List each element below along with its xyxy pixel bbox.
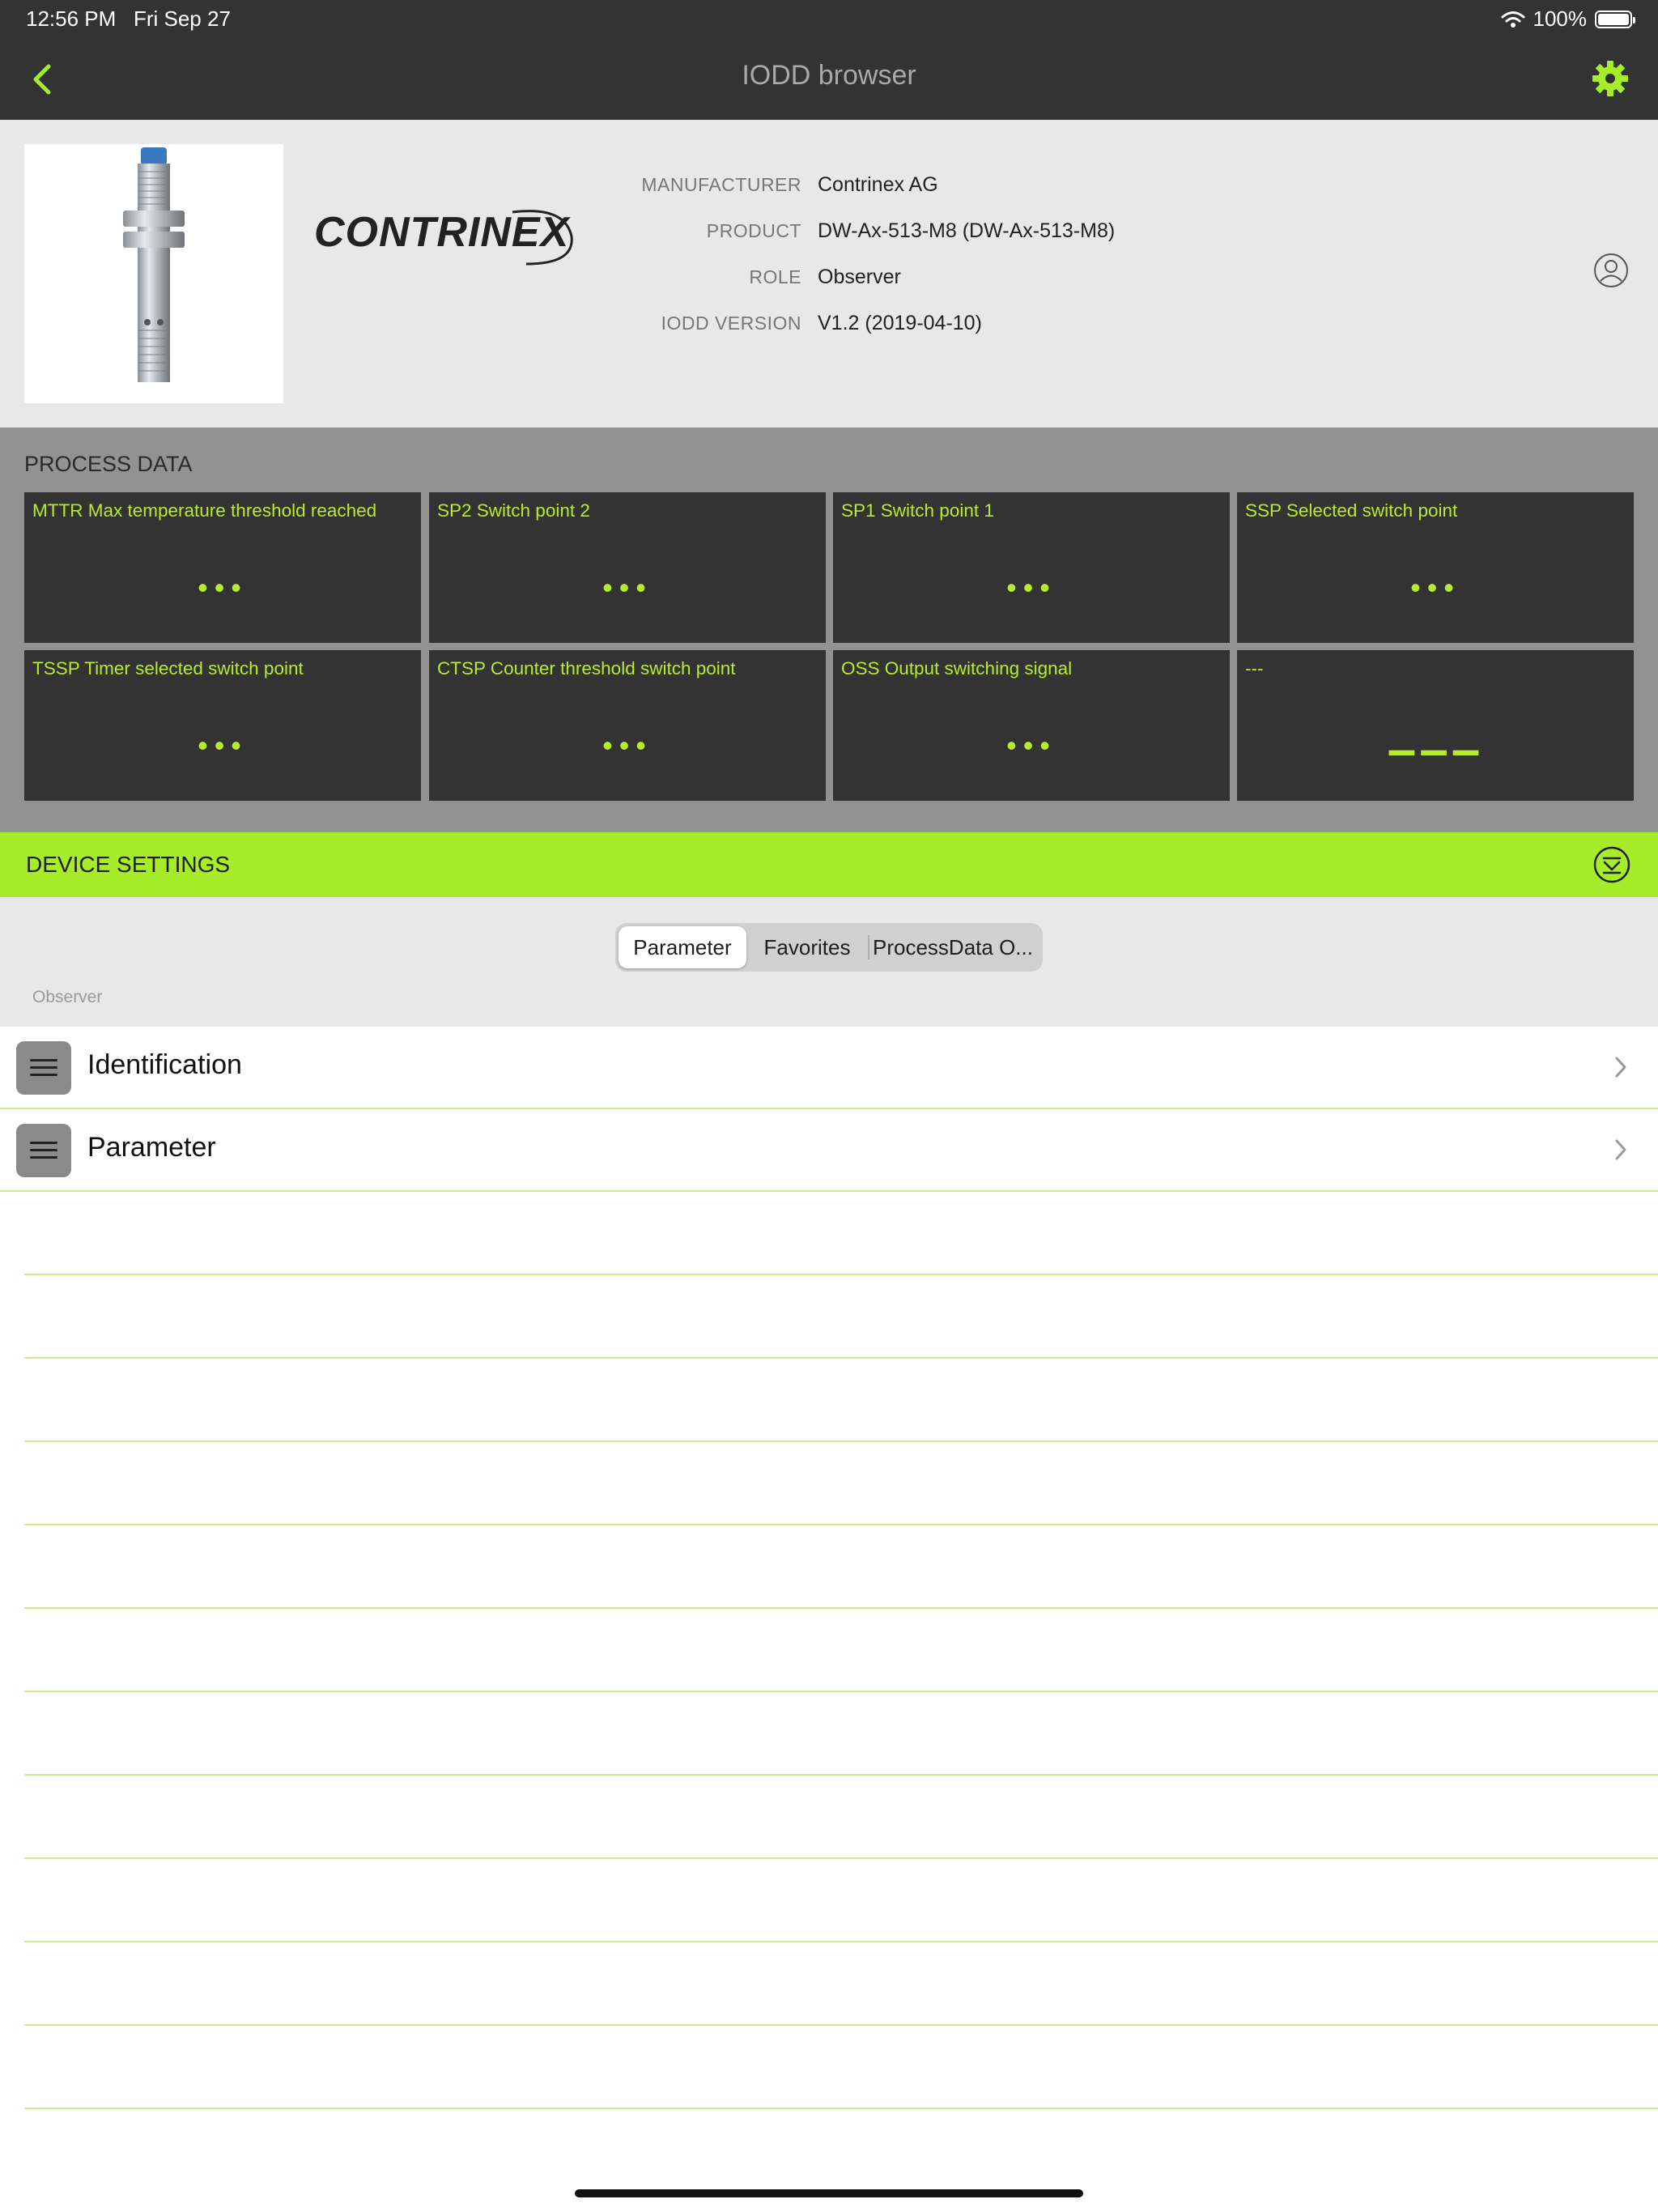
tile-value: ––– [1387, 720, 1484, 778]
process-tile-tssp[interactable]: TSSP Timer selected switch point ••• [24, 650, 421, 801]
status-clock: 12:56 PM [26, 6, 117, 31]
wifi-icon [1501, 11, 1524, 28]
list-item-label: Parameter [87, 1132, 216, 1163]
info-row-role: ROLE Observer [583, 254, 1115, 300]
status-indicators: 100% [1501, 6, 1635, 32]
status-date: Fri Sep 27 [133, 6, 231, 31]
segmented-control: Parameter Favorites ProcessData O... [615, 923, 1043, 972]
tile-label: SP2 Switch point 2 [437, 500, 590, 521]
info-value: DW-Ax-513-M8 (DW-Ax-513-M8) [818, 219, 1116, 242]
tile-value: ••• [198, 729, 248, 762]
settings-button[interactable] [1590, 58, 1630, 99]
battery-icon [1595, 10, 1635, 28]
info-key: MANUFACTURER [641, 174, 801, 195]
status-time: 12:56 PM Fri Sep 27 [26, 6, 231, 32]
list-item-identification[interactable]: Identification [0, 1027, 1658, 1109]
tile-value: ••• [1006, 571, 1056, 604]
tile-label: CTSP Counter threshold switch point [437, 658, 736, 678]
info-key: PRODUCT [706, 220, 801, 241]
menu-icon [16, 1124, 71, 1177]
process-tile-mttr[interactable]: MTTR Max temperature threshold reached •… [24, 492, 421, 643]
info-value: Observer [818, 266, 901, 288]
empty-row [24, 1776, 1658, 1859]
process-tile-oss[interactable]: OSS Output switching signal ••• [833, 650, 1230, 801]
chevron-right-icon [1615, 1057, 1626, 1078]
empty-row [24, 1942, 1658, 2026]
tile-label: --- [1245, 658, 1264, 678]
user-icon [1594, 253, 1628, 287]
empty-row [24, 1442, 1658, 1525]
empty-row [24, 1359, 1658, 1442]
info-row-iodd-version: IODD VERSION V1.2 (2019-04-10) [583, 300, 1115, 347]
info-value: Contrinex AG [818, 173, 938, 196]
info-row-product: PRODUCT DW-Ax-513-M8 (DW-Ax-513-M8) [583, 208, 1115, 254]
empty-row [24, 1192, 1658, 1275]
tab-process-data[interactable]: ProcessData O... [869, 926, 1036, 968]
collapse-icon [1593, 846, 1630, 883]
device-info: MANUFACTURER Contrinex AG PRODUCT DW-Ax-… [583, 162, 1115, 347]
device-settings-header[interactable]: DEVICE SETTINGS [0, 832, 1658, 897]
gear-icon [1592, 61, 1628, 96]
process-tile-sp2[interactable]: SP2 Switch point 2 ••• [429, 492, 826, 643]
process-tile-empty[interactable]: --- ––– [1237, 650, 1634, 801]
tab-favorites[interactable]: Favorites [746, 926, 868, 968]
tile-label: SSP Selected switch point [1245, 500, 1458, 521]
sensor-image [123, 147, 185, 382]
top-bar: 12:56 PM Fri Sep 27 100% IODD browser [0, 0, 1658, 120]
home-indicator[interactable] [575, 2189, 1083, 2197]
tile-label: OSS Output switching signal [841, 658, 1073, 678]
role-caption: Observer [32, 988, 103, 1006]
svg-text:CONTRINEX: CONTRINEX [314, 209, 572, 256]
device-header: CONTRINEX MANUFACTURER Contrinex AG PROD… [0, 120, 1658, 428]
tile-value: ••• [1006, 729, 1056, 762]
settings-list: Identification Parameter [0, 1027, 1658, 2109]
info-key: ROLE [749, 266, 801, 287]
tile-label: TSSP Timer selected switch point [32, 658, 304, 678]
empty-row [24, 1692, 1658, 1776]
empty-row [24, 1275, 1658, 1359]
tab-parameter[interactable]: Parameter [619, 926, 746, 968]
tile-label: SP1 Switch point 1 [841, 500, 994, 521]
info-value: V1.2 (2019-04-10) [818, 312, 982, 334]
process-tile-ssp[interactable]: SSP Selected switch point ••• [1237, 492, 1634, 643]
empty-row [24, 1609, 1658, 1692]
brand-logo: CONTRINEX [314, 189, 581, 279]
process-tile-sp1[interactable]: SP1 Switch point 1 ••• [833, 492, 1230, 643]
empty-row [24, 2026, 1658, 2109]
product-image [24, 144, 283, 403]
chevron-right-icon [1615, 1139, 1626, 1160]
tile-label: MTTR Max temperature threshold reached [32, 500, 377, 521]
empty-row [24, 1525, 1658, 1609]
tile-value: ••• [602, 729, 653, 762]
list-item-label: Identification [87, 1049, 242, 1080]
device-settings-title: DEVICE SETTINGS [26, 852, 231, 877]
empty-row [24, 1859, 1658, 1942]
page-title: IODD browser [742, 60, 916, 91]
info-key: IODD VERSION [661, 313, 801, 334]
tile-value: ••• [602, 571, 653, 604]
tile-value: ••• [1410, 571, 1460, 604]
info-row-manufacturer: MANUFACTURER Contrinex AG [583, 162, 1115, 208]
process-data-section: PROCESS DATA MTTR Max temperature thresh… [0, 428, 1658, 832]
process-data-title: PROCESS DATA [24, 452, 193, 476]
list-item-parameter[interactable]: Parameter [0, 1109, 1658, 1192]
menu-icon [16, 1041, 71, 1095]
tile-value: ••• [198, 571, 248, 604]
battery-percent: 100% [1533, 6, 1588, 31]
process-tile-ctsp[interactable]: CTSP Counter threshold switch point ••• [429, 650, 826, 801]
collapse-button[interactable] [1593, 846, 1630, 883]
tab-area: Parameter Favorites ProcessData O... Obs… [0, 897, 1658, 1027]
user-role-button[interactable] [1593, 253, 1629, 288]
